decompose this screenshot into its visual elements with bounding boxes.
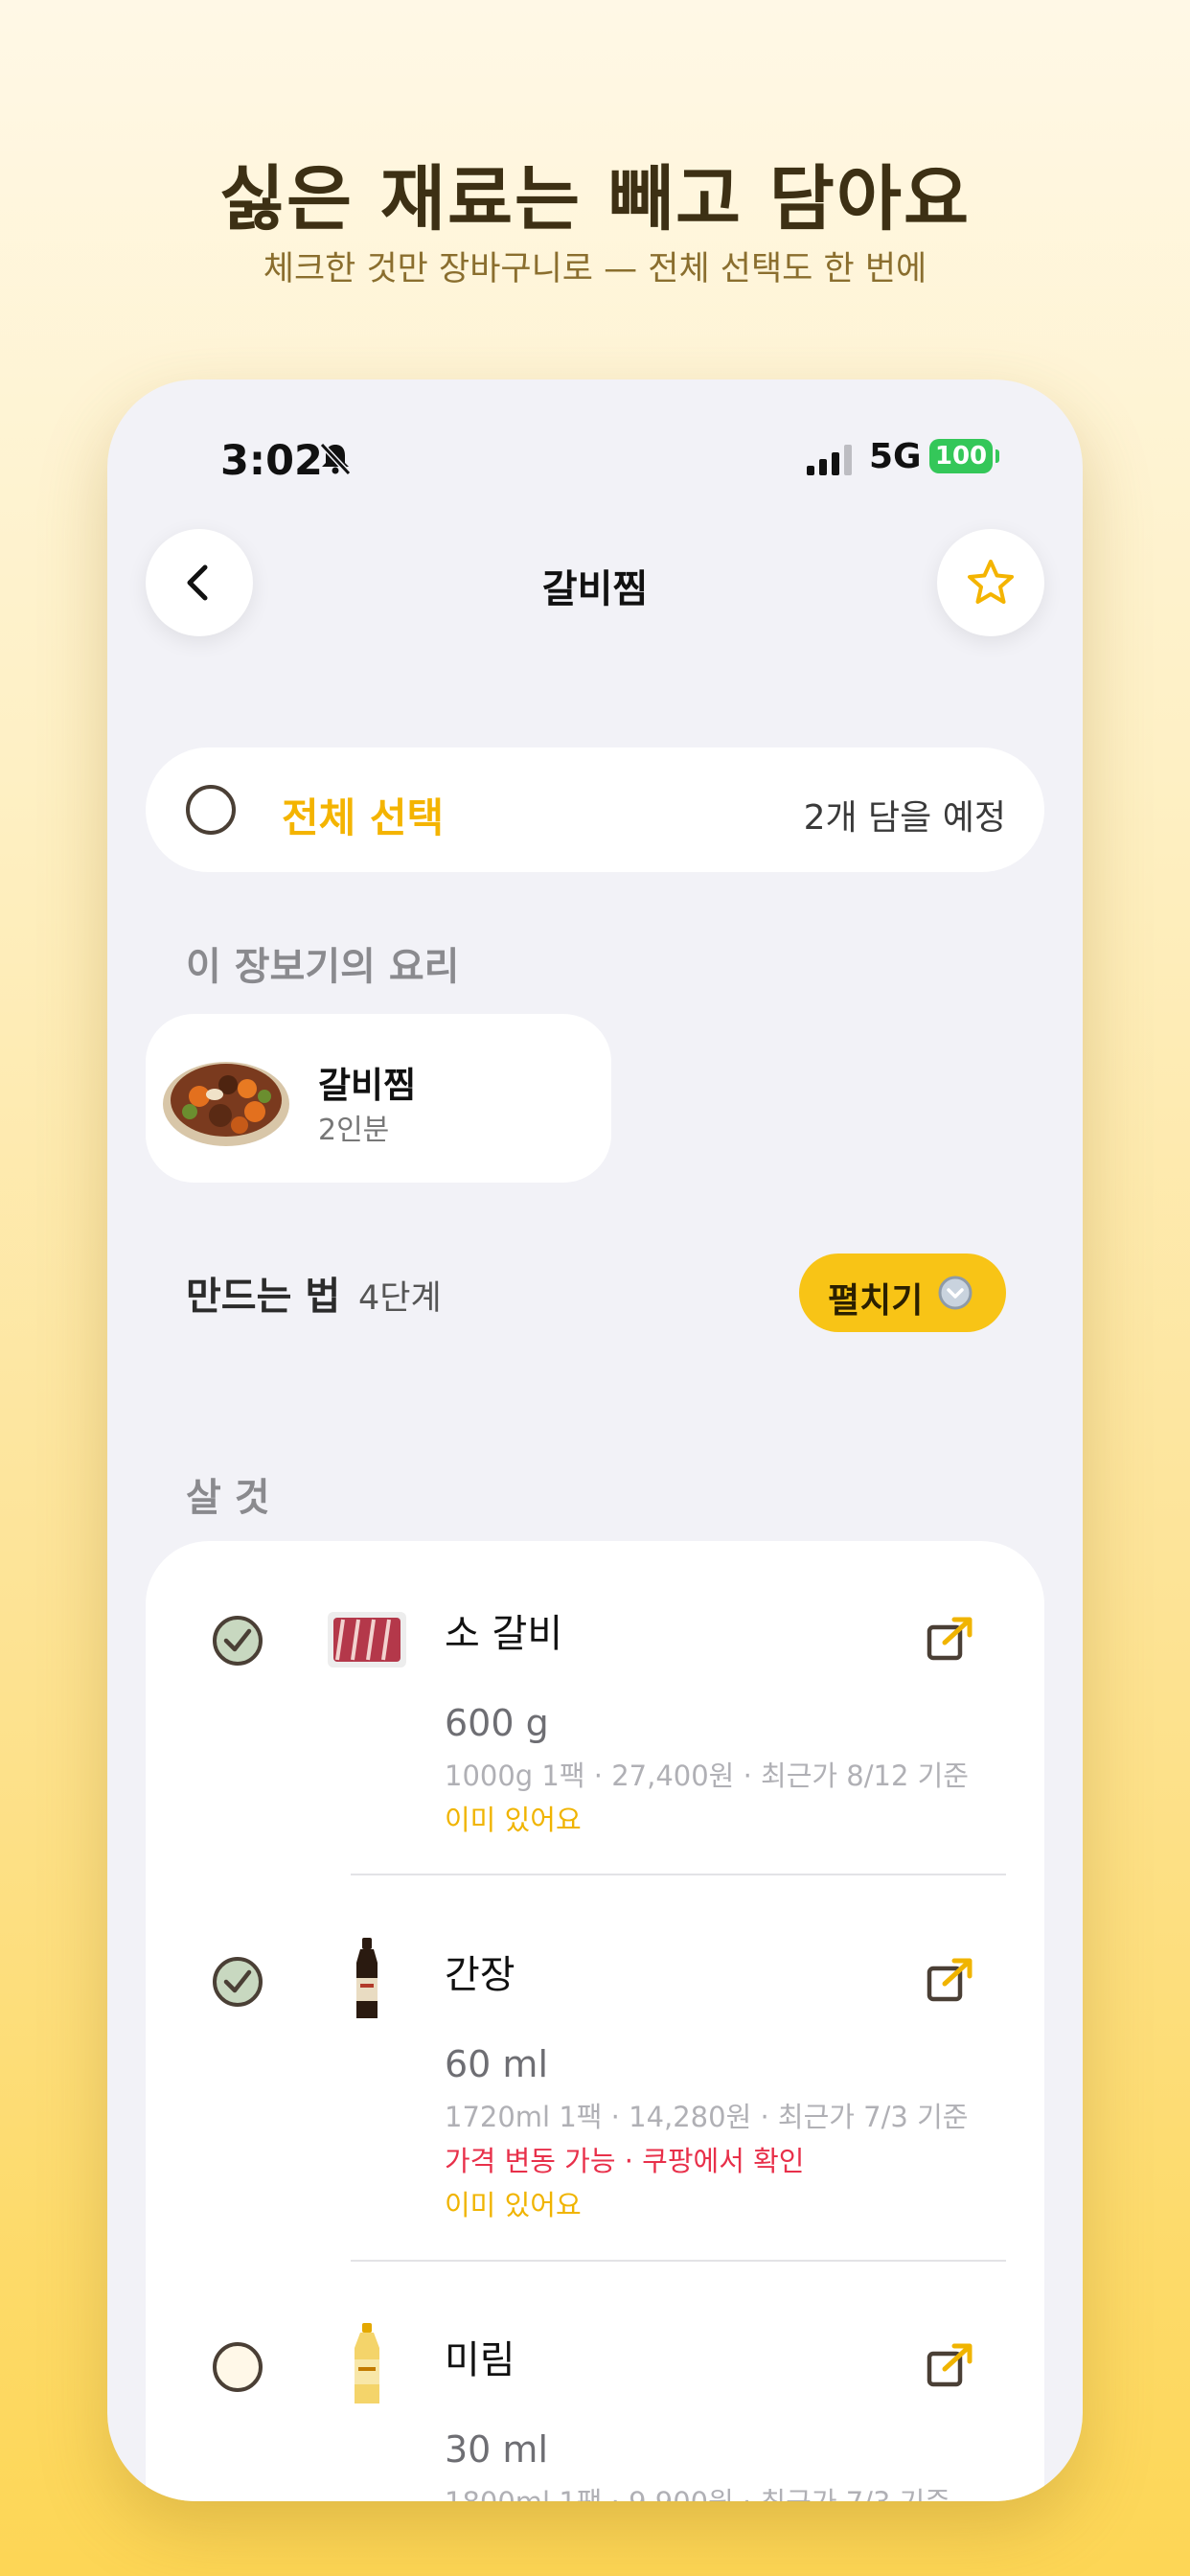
- item-quantity: 600 g: [445, 1702, 549, 1744]
- select-all-radio[interactable]: [186, 785, 236, 835]
- item-price-meta: 1800ml 1팩 · 9,900원 · 최근가 7/3 기준: [445, 2480, 950, 2501]
- item-have-label: 이미 있어요: [445, 1804, 582, 1836]
- divider: [351, 2260, 1006, 2262]
- external-link-icon[interactable]: [926, 1614, 975, 1664]
- dish-name: 갈비찜: [318, 1065, 417, 1106]
- expand-label: 펼치기: [828, 1281, 924, 1321]
- dish-photo: [163, 1062, 289, 1146]
- beef-rib-thumbnail: [328, 1612, 406, 1668]
- bell-muted-icon: [319, 442, 352, 476]
- recipes-section-label: 이 장보기의 요리: [186, 945, 460, 989]
- item-price-meta: 1000g 1팩 · 27,400원 · 최근가 8/12 기준: [445, 1760, 969, 1792]
- selected-count: 2개 담을 예정: [803, 798, 1006, 838]
- expand-button[interactable]: 펼치기: [799, 1254, 1006, 1332]
- select-all-row[interactable]: 전체 선택 2개 담을 예정: [146, 748, 1044, 872]
- favorite-button[interactable]: [937, 529, 1044, 636]
- item-name: 간장: [445, 1953, 515, 1997]
- star-outline-icon: [968, 560, 1014, 604]
- checkmark-icon: [223, 1628, 252, 1652]
- mirin-bottle-thumbnail: [355, 2323, 379, 2404]
- chevron-down-icon: [938, 1276, 973, 1310]
- dish-servings: 2인분: [318, 1114, 390, 1147]
- item-checkbox-checked[interactable]: [213, 1616, 263, 1666]
- external-link-icon[interactable]: [926, 1955, 975, 2005]
- checkmark-icon: [223, 1969, 252, 1993]
- item-checkbox-unchecked[interactable]: [213, 2342, 263, 2392]
- battery-nub: [995, 449, 999, 463]
- item-price-meta: 1720ml 1팩 · 14,280원 · 최근가 7/3 기준: [445, 2101, 969, 2133]
- soy-sauce-bottle-thumbnail: [356, 1938, 378, 2018]
- item-have-label: 이미 있어요: [445, 2189, 582, 2221]
- how-to-steps: 4단계: [358, 1279, 442, 1318]
- item-quantity: 60 ml: [445, 2043, 549, 2085]
- buy-section-label: 살 것: [186, 1476, 270, 1520]
- shopping-list: 소 갈비 600 g 1000g 1팩 · 27,400원 · 최근가 8/12…: [146, 1541, 1044, 2501]
- battery-indicator: 100: [929, 439, 993, 473]
- signal-icon: [807, 445, 852, 475]
- item-name: 소 갈비: [445, 1612, 563, 1656]
- select-all-label: 전체 선택: [282, 794, 445, 841]
- divider: [351, 1874, 1006, 1875]
- external-link-icon[interactable]: [926, 2340, 975, 2390]
- phone-screen: 3:02 5G 100 갈비찜 전체 선택 2개 담을 예정 이 장보기의 요리…: [107, 380, 1083, 2501]
- status-bar: 3:02 5G 100: [107, 380, 1083, 533]
- promo-subline: 체크한 것만 장바구니로 — 전체 선택도 한 번에: [263, 250, 927, 288]
- item-price-warning: 가격 변동 가능 · 쿠팡에서 확인: [445, 2145, 805, 2177]
- network-type: 5G: [869, 437, 922, 476]
- item-checkbox-checked[interactable]: [213, 1957, 263, 2007]
- promo-headline: 싫은 재료는 빼고 담아요: [218, 158, 972, 241]
- how-to-title: 만드는 법: [186, 1275, 341, 1319]
- dish-card[interactable]: 갈비찜 2인분: [146, 1014, 611, 1183]
- item-name: 미림: [445, 2338, 515, 2382]
- status-time: 3:02: [220, 437, 323, 485]
- item-quantity: 30 ml: [445, 2428, 549, 2471]
